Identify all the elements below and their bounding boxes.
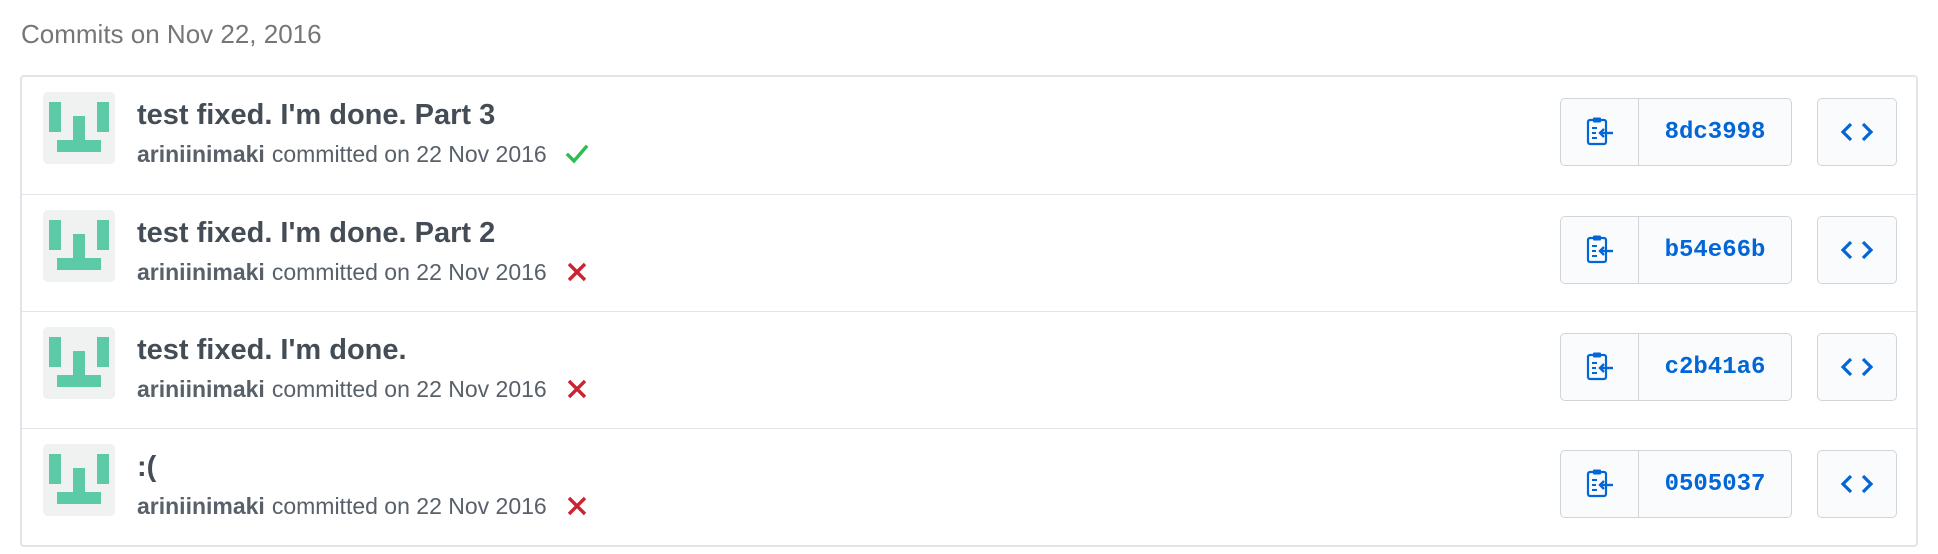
commit-row: test fixed. I'm done. Part 2 ariniinimak… bbox=[22, 194, 1916, 311]
clipboard-icon bbox=[1586, 235, 1613, 264]
clipboard-icon bbox=[1586, 352, 1613, 381]
commit-date: committed on 22 Nov 2016 bbox=[271, 141, 547, 167]
commits-page: Commits on Nov 22, 2016 test fixed. I'm … bbox=[0, 0, 1938, 554]
copy-sha-button[interactable] bbox=[1561, 217, 1639, 283]
commit-title-link[interactable]: :( bbox=[137, 449, 156, 485]
check-icon[interactable] bbox=[565, 142, 589, 166]
commit-title-link[interactable]: test fixed. I'm done. bbox=[137, 332, 407, 368]
commit-title-link[interactable]: test fixed. I'm done. Part 2 bbox=[137, 215, 495, 251]
sha-button-group: b54e66b bbox=[1560, 216, 1792, 284]
browse-files-button[interactable] bbox=[1817, 98, 1897, 166]
x-icon[interactable] bbox=[565, 377, 589, 401]
browse-files-button[interactable] bbox=[1817, 216, 1897, 284]
commit-date: committed on 22 Nov 2016 bbox=[271, 493, 547, 519]
copy-sha-button[interactable] bbox=[1561, 99, 1639, 165]
commit-author-link[interactable]: ariniinimaki bbox=[137, 374, 265, 404]
sha-button-group: c2b41a6 bbox=[1560, 333, 1792, 401]
avatar[interactable] bbox=[43, 327, 115, 399]
commit-row: :( ariniinimaki committed on 22 Nov 2016 bbox=[22, 428, 1916, 545]
avatar[interactable] bbox=[43, 444, 115, 516]
identicon-icon bbox=[43, 327, 115, 399]
commit-group-heading: Commits on Nov 22, 2016 bbox=[21, 19, 322, 49]
sha-button-group: 0505037 bbox=[1560, 450, 1792, 518]
commit-row: test fixed. I'm done. Part 3 ariniinimak… bbox=[22, 77, 1916, 194]
commit-author-link[interactable]: ariniinimaki bbox=[137, 139, 265, 169]
x-icon[interactable] bbox=[565, 494, 589, 518]
commit-sha-link[interactable]: 0505037 bbox=[1639, 451, 1791, 517]
identicon-icon bbox=[43, 444, 115, 516]
commit-title-link[interactable]: test fixed. I'm done. Part 3 bbox=[137, 97, 495, 133]
commit-meta: ariniinimaki committed on 22 Nov 2016 bbox=[137, 374, 589, 404]
commit-sha-link[interactable]: b54e66b bbox=[1639, 217, 1791, 283]
clipboard-icon bbox=[1586, 117, 1613, 146]
code-icon bbox=[1840, 240, 1874, 260]
commit-author-link[interactable]: ariniinimaki bbox=[137, 257, 265, 287]
copy-sha-button[interactable] bbox=[1561, 334, 1639, 400]
clipboard-icon bbox=[1586, 469, 1613, 498]
identicon-icon bbox=[43, 92, 115, 164]
commit-date: committed on 22 Nov 2016 bbox=[271, 259, 547, 285]
browse-files-button[interactable] bbox=[1817, 450, 1897, 518]
commit-author-link[interactable]: ariniinimaki bbox=[137, 491, 265, 521]
code-icon bbox=[1840, 122, 1874, 142]
browse-files-button[interactable] bbox=[1817, 333, 1897, 401]
commit-date: committed on 22 Nov 2016 bbox=[271, 376, 547, 402]
sha-button-group: 8dc3998 bbox=[1560, 98, 1792, 166]
commit-meta: ariniinimaki committed on 22 Nov 2016 bbox=[137, 491, 589, 521]
avatar[interactable] bbox=[43, 210, 115, 282]
code-icon bbox=[1840, 357, 1874, 377]
commit-row: test fixed. I'm done. ariniinimaki commi… bbox=[22, 311, 1916, 428]
code-icon bbox=[1840, 474, 1874, 494]
avatar[interactable] bbox=[43, 92, 115, 164]
commit-meta: ariniinimaki committed on 22 Nov 2016 bbox=[137, 257, 589, 287]
x-icon[interactable] bbox=[565, 260, 589, 284]
commit-sha-link[interactable]: c2b41a6 bbox=[1639, 334, 1791, 400]
commit-meta: ariniinimaki committed on 22 Nov 2016 bbox=[137, 139, 589, 169]
identicon-icon bbox=[43, 210, 115, 282]
copy-sha-button[interactable] bbox=[1561, 451, 1639, 517]
commit-list: test fixed. I'm done. Part 3 ariniinimak… bbox=[20, 75, 1918, 547]
commit-sha-link[interactable]: 8dc3998 bbox=[1639, 99, 1791, 165]
